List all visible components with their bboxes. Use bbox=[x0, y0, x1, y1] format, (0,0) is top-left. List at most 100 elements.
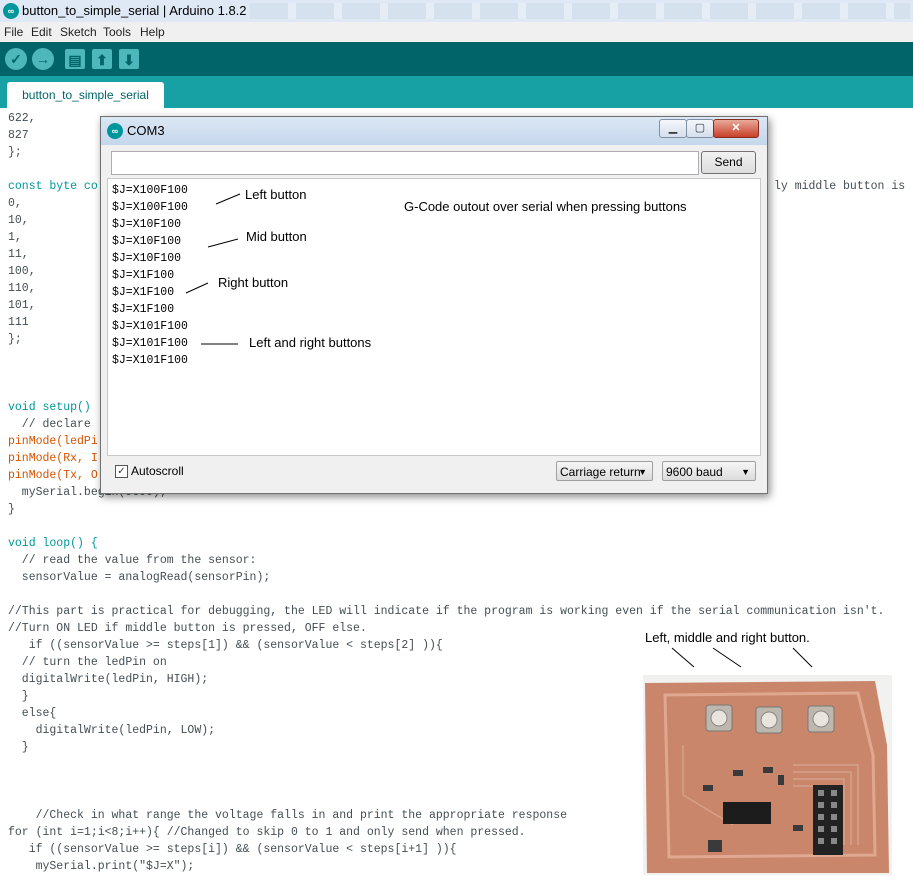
send-button[interactable]: Send bbox=[701, 151, 756, 174]
background-taskbar-tabs bbox=[250, 3, 910, 19]
annotation-left-right-buttons: Left and right buttons bbox=[249, 335, 372, 350]
code-line: void setup() bbox=[8, 401, 91, 414]
code-line: 101, bbox=[8, 299, 36, 312]
serial-monitor-title: COM3 bbox=[127, 123, 165, 138]
code-line: 111 bbox=[8, 316, 29, 329]
tab-row: button_to_simple_serial bbox=[0, 76, 913, 108]
code-line: if ((sensorValue >= steps[i]) && (sensor… bbox=[8, 843, 457, 856]
annotation-left-button: Left button bbox=[245, 187, 307, 202]
photo-caption: Left, middle and right button. bbox=[645, 630, 810, 645]
code-line: pinMode(Rx, I bbox=[8, 452, 98, 465]
code-line-fragment: ly middle button is p bbox=[774, 180, 913, 193]
code-line: 110, bbox=[8, 282, 36, 295]
code-line: // read the value from the sensor: bbox=[8, 554, 257, 567]
serial-output-line: $J=X101F100 bbox=[112, 337, 188, 350]
window-title: button_to_simple_serial | Arduino 1.8.2 bbox=[22, 3, 247, 18]
code-line: pinMode(ledPi bbox=[8, 435, 98, 448]
toolbar: ✓ → ▤ ⬆ ⬇ bbox=[0, 42, 913, 76]
annotation-heading: G-Code outout over serial when pressing … bbox=[404, 199, 687, 214]
serial-output-line: $J=X1F100 bbox=[112, 303, 175, 316]
menu-bar: File Edit Sketch Tools Help bbox=[0, 22, 913, 42]
code-line: void loop() { bbox=[8, 537, 98, 550]
serial-output-line: $J=X1F100 bbox=[112, 286, 175, 299]
close-icon[interactable]: ✕ bbox=[713, 119, 759, 138]
right-button-cap bbox=[812, 710, 830, 728]
code-line: else{ bbox=[8, 707, 57, 720]
code-line: } bbox=[8, 690, 29, 703]
chevron-down-icon: ▼ bbox=[741, 467, 750, 477]
menu-tools[interactable]: Tools bbox=[103, 25, 131, 39]
serial-input[interactable] bbox=[111, 151, 699, 175]
serial-monitor-titlebar[interactable]: ∞ COM3 ▁ ▢ ✕ bbox=[101, 117, 767, 145]
annotation-pointer bbox=[207, 238, 239, 248]
code-line: for (int i=1;i<8;i++){ //Changed to skip… bbox=[8, 826, 526, 839]
serial-monitor-window: ∞ COM3 ▁ ▢ ✕ Send $J=X100F100 $J=X100F10… bbox=[100, 116, 768, 494]
annotation-mid-button: Mid button bbox=[246, 229, 307, 244]
pcb-photo bbox=[643, 675, 892, 875]
menu-edit[interactable]: Edit bbox=[31, 25, 52, 39]
menu-help[interactable]: Help bbox=[140, 25, 165, 39]
chevron-down-icon: ▼ bbox=[638, 467, 647, 477]
annotation-pointer bbox=[215, 193, 241, 205]
serial-output-line: $J=X10F100 bbox=[112, 235, 182, 248]
serial-output-line: $J=X101F100 bbox=[112, 354, 188, 367]
minimize-icon[interactable]: ▁ bbox=[659, 119, 687, 138]
baud-rate-select[interactable]: 9600 baud ▼ bbox=[662, 461, 756, 481]
code-line: 10, bbox=[8, 214, 29, 227]
code-line: //Turn ON LED if middle button is presse… bbox=[8, 622, 367, 635]
line-ending-value: Carriage return bbox=[560, 465, 641, 479]
code-line: sensorValue = analogRead(sensorPin); bbox=[8, 571, 271, 584]
maximize-icon[interactable]: ▢ bbox=[686, 119, 714, 138]
baud-rate-value: 9600 baud bbox=[666, 465, 723, 479]
arduino-logo-icon: ∞ bbox=[107, 123, 123, 139]
annotation-lines bbox=[185, 193, 241, 345]
code-line: const byte co bbox=[8, 180, 98, 193]
pcb-illustration bbox=[645, 681, 889, 873]
code-line: }; bbox=[8, 146, 22, 159]
tab-sketch[interactable]: button_to_simple_serial bbox=[7, 82, 164, 108]
serial-output-line: $J=X10F100 bbox=[112, 218, 182, 231]
autoscroll-checkbox[interactable]: ✓ bbox=[115, 465, 128, 478]
serial-output-line: $J=X10F100 bbox=[112, 252, 182, 265]
verify-icon[interactable]: ✓ bbox=[5, 48, 27, 70]
code-line: if ((sensorValue >= steps[1]) && (sensor… bbox=[8, 639, 443, 652]
serial-monitor-footer: ✓ Autoscroll Carriage return ▼ 9600 baud… bbox=[101, 457, 767, 491]
serial-output-line: $J=X101F100 bbox=[112, 320, 188, 333]
code-line: } bbox=[8, 503, 15, 516]
code-line: 11, bbox=[8, 248, 29, 261]
code-line: 622, bbox=[8, 112, 36, 125]
menu-file[interactable]: File bbox=[4, 25, 23, 39]
serial-output-line: $J=X100F100 bbox=[112, 184, 188, 197]
autoscroll-label: Autoscroll bbox=[131, 464, 184, 478]
code-line: 100, bbox=[8, 265, 36, 278]
upload-icon[interactable]: → bbox=[32, 48, 54, 70]
code-line: //This part is practical for debugging, … bbox=[8, 605, 885, 618]
middle-button-cap bbox=[760, 711, 778, 729]
code-line: //Check in what range the voltage falls … bbox=[8, 809, 567, 822]
line-ending-select[interactable]: Carriage return ▼ bbox=[556, 461, 653, 481]
arduino-logo-icon: ∞ bbox=[3, 3, 19, 19]
code-line: // turn the ledPin on bbox=[8, 656, 167, 669]
serial-output-line: $J=X1F100 bbox=[112, 269, 175, 282]
save-icon[interactable]: ⬇ bbox=[119, 49, 139, 69]
code-line: 827 bbox=[8, 129, 29, 142]
title-bar: ∞ button_to_simple_serial | Arduino 1.8.… bbox=[0, 0, 913, 23]
code-line: pinMode(Tx, O bbox=[8, 469, 98, 482]
code-line: } bbox=[8, 741, 29, 754]
microcontroller-chip bbox=[723, 802, 771, 824]
serial-output-line: $J=X100F100 bbox=[112, 201, 188, 214]
code-line: digitalWrite(ledPin, LOW); bbox=[8, 724, 216, 737]
code-line: }; bbox=[8, 333, 22, 346]
code-line: 1, bbox=[8, 231, 22, 244]
left-button-cap bbox=[710, 709, 728, 727]
code-line: mySerial.print("$J=X"); bbox=[8, 860, 195, 873]
menu-sketch[interactable]: Sketch bbox=[60, 25, 97, 39]
annotation-right-button: Right button bbox=[218, 275, 289, 290]
code-line: // declare bbox=[8, 418, 91, 431]
serial-output[interactable]: $J=X100F100 $J=X100F100 $J=X10F100 $J=X1… bbox=[107, 178, 761, 456]
pin-header bbox=[813, 785, 843, 855]
code-line: 0, bbox=[8, 197, 22, 210]
open-icon[interactable]: ⬆ bbox=[92, 49, 112, 69]
annotation-pointer bbox=[185, 282, 209, 294]
new-icon[interactable]: ▤ bbox=[65, 49, 85, 69]
